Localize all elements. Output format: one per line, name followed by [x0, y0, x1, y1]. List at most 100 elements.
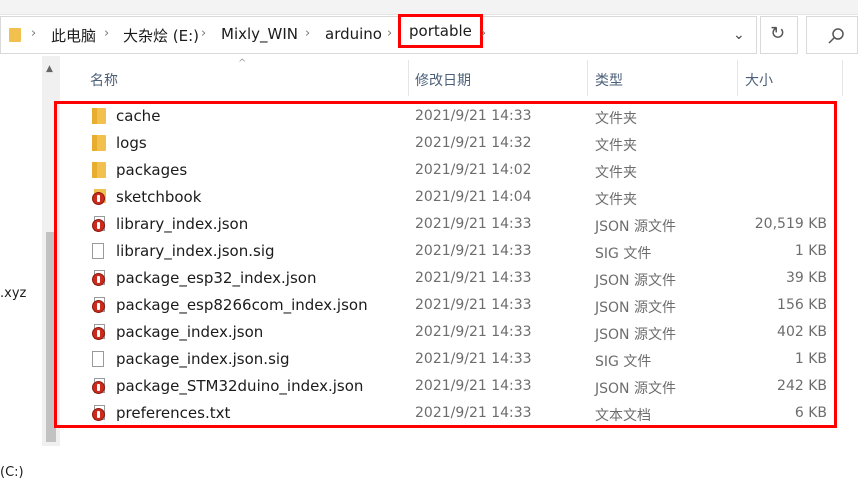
nav-item[interactable]: .xyz: [0, 286, 26, 301]
table-row[interactable]: cache 2021/9/21 14:33 文件夹: [60, 103, 858, 130]
table-row[interactable]: preferences.txt 2021/9/21 14:33 文本文档 6 KB: [60, 400, 858, 427]
file-modified: 2021/9/21 14:33: [415, 108, 532, 124]
column-divider[interactable]: [587, 60, 588, 96]
nav-item[interactable]: (C:): [0, 465, 24, 480]
file-modified: 2021/9/21 14:33: [415, 216, 532, 232]
file-type: JSON 源文件: [595, 273, 676, 289]
file-name: package_STM32duino_index.json: [116, 377, 364, 395]
file-name: package_esp32_index.json: [116, 269, 317, 287]
file-icon: [92, 243, 104, 259]
chevron-right-icon[interactable]: ›: [31, 26, 36, 41]
table-row[interactable]: package_esp8266com_index.json 2021/9/21 1…: [60, 292, 858, 319]
navigation-pane[interactable]: .xyz (C:): [0, 56, 42, 480]
address-bar[interactable]: › 此电脑 › 大杂烩 (E:) › Mixly_WIN › arduino ›…: [0, 14, 757, 54]
folder-icon: [9, 28, 21, 42]
file-type: 文本文档: [595, 408, 651, 424]
file-type: SIG 文件: [595, 246, 652, 262]
table-row[interactable]: package_index.json 2021/9/21 14:33 JSON 源文…: [60, 319, 858, 346]
file-modified: 2021/9/21 14:33: [415, 243, 532, 259]
file-name: library_index.json: [116, 215, 249, 233]
breadcrumb-arduino[interactable]: arduino: [325, 25, 382, 43]
file-name: packages: [116, 161, 188, 179]
scroll-up-icon[interactable]: ▲: [46, 64, 53, 74]
file-modified: 2021/9/21 14:33: [415, 270, 532, 286]
file-name: preferences.txt: [116, 404, 231, 422]
file-type: JSON 源文件: [595, 327, 676, 343]
breadcrumb-portable[interactable]: portable: [398, 14, 483, 48]
arduino-file-icon: [92, 324, 108, 340]
breadcrumb-drive-e[interactable]: 大杂烩 (E:): [123, 25, 199, 46]
file-type: 文件夹: [595, 111, 637, 127]
column-header-size[interactable]: 大小: [745, 70, 773, 90]
table-row[interactable]: logs 2021/9/21 14:32 文件夹: [60, 130, 858, 157]
file-size: 402 KB: [777, 324, 827, 340]
table-row[interactable]: library_index.json 2021/9/21 14:33 JSON 源文…: [60, 211, 858, 238]
table-row[interactable]: package_esp32_index.json 2021/9/21 14:33 J…: [60, 265, 858, 292]
file-name: cache: [116, 107, 161, 125]
file-type: JSON 源文件: [595, 300, 676, 316]
arduino-file-icon: [92, 378, 108, 394]
chevron-down-icon[interactable]: ⌄: [733, 27, 745, 43]
arduino-file-icon: [92, 216, 108, 232]
column-divider[interactable]: [408, 60, 409, 96]
ribbon-strip: [0, 0, 858, 15]
file-type: 文件夹: [595, 165, 637, 181]
column-divider[interactable]: [842, 60, 843, 96]
column-header-name[interactable]: 名称: [90, 70, 118, 90]
table-row[interactable]: library_index.json.sig 2021/9/21 14:33 SIG…: [60, 238, 858, 265]
chevron-right-icon[interactable]: ›: [201, 26, 206, 41]
file-modified: 2021/9/21 14:33: [415, 378, 532, 394]
sort-ascending-icon: ^: [238, 58, 247, 69]
chevron-right-icon[interactable]: ›: [104, 26, 109, 41]
file-size: 156 KB: [777, 297, 827, 313]
file-size: 242 KB: [777, 378, 827, 394]
file-modified: 2021/9/21 14:33: [415, 324, 532, 340]
search-icon: [828, 28, 844, 44]
file-modified: 2021/9/21 14:02: [415, 162, 532, 178]
file-name: logs: [116, 134, 147, 152]
file-type: 文件夹: [595, 192, 637, 208]
column-header-modified[interactable]: 修改日期: [415, 70, 471, 90]
arduino-folder-icon: [92, 189, 108, 205]
table-row[interactable]: sketchbook 2021/9/21 14:04 文件夹: [60, 184, 858, 211]
file-type: JSON 源文件: [595, 381, 676, 397]
file-size: 1 KB: [794, 243, 827, 259]
file-type: SIG 文件: [595, 354, 652, 370]
search-button[interactable]: [806, 16, 858, 54]
file-modified: 2021/9/21 14:32: [415, 135, 532, 151]
file-name: package_index.json.sig: [116, 350, 290, 368]
file-icon: [92, 351, 104, 367]
refresh-button[interactable]: ↻: [760, 16, 798, 54]
column-header-type[interactable]: 类型: [595, 70, 623, 90]
chevron-right-icon[interactable]: ›: [305, 26, 310, 41]
file-type: JSON 源文件: [595, 219, 676, 235]
file-name: library_index.json.sig: [116, 242, 275, 260]
file-name: package_index.json: [116, 323, 264, 341]
chevron-right-icon[interactable]: ›: [387, 26, 392, 41]
file-size: 20,519 KB: [754, 216, 827, 232]
table-row[interactable]: package_STM32duino_index.json 2021/9/21 1…: [60, 373, 858, 400]
file-modified: 2021/9/21 14:33: [415, 351, 532, 367]
arduino-file-icon: [92, 405, 108, 421]
table-row[interactable]: package_index.json.sig 2021/9/21 14:33 SIG…: [60, 346, 858, 373]
file-modified: 2021/9/21 14:33: [415, 405, 532, 421]
file-modified: 2021/9/21 14:04: [415, 189, 532, 205]
column-header: ^ 名称 修改日期 类型 大小: [60, 58, 858, 96]
breadcrumb-this-pc[interactable]: 此电脑: [51, 25, 96, 46]
folder-icon: [92, 135, 106, 151]
column-divider[interactable]: [737, 60, 738, 96]
folder-icon: [92, 108, 106, 124]
table-row[interactable]: packages 2021/9/21 14:02 文件夹: [60, 157, 858, 184]
arduino-file-icon: [92, 297, 108, 313]
breadcrumb-mixly-win[interactable]: Mixly_WIN: [221, 25, 298, 43]
file-name: sketchbook: [116, 188, 202, 206]
refresh-icon: ↻: [770, 23, 786, 44]
file-name: package_esp8266com_index.json: [116, 296, 368, 314]
chevron-right-icon[interactable]: ›: [481, 26, 486, 41]
file-modified: 2021/9/21 14:33: [415, 297, 532, 313]
file-size: 1 KB: [794, 351, 827, 367]
file-size: 6 KB: [794, 405, 827, 421]
nav-scrollbar[interactable]: ▲: [42, 56, 60, 446]
scrollbar-thumb[interactable]: [46, 232, 56, 442]
file-size: 39 KB: [785, 270, 827, 286]
